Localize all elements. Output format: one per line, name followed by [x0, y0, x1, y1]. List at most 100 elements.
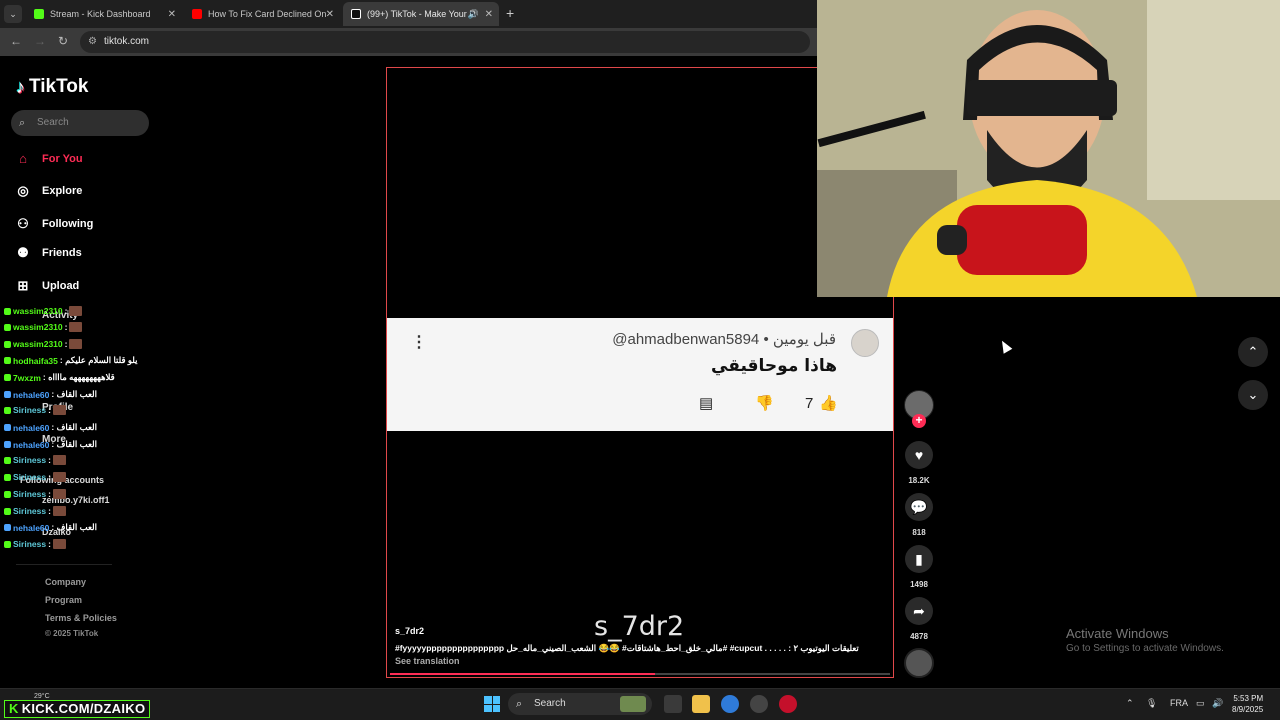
tab-title: How To Fix Card Declined On E — [208, 9, 328, 19]
next-video-button[interactable]: ⌄ — [1238, 380, 1268, 410]
chat-emote-icon — [52, 472, 66, 482]
taskbar-search[interactable]: ⌕ Search — [508, 693, 652, 715]
close-tab-icon[interactable]: ✕ — [168, 9, 176, 20]
comment-button[interactable]: 💬 — [905, 493, 933, 521]
tab-kick-dashboard[interactable]: Stream - Kick Dashboard ✕ — [26, 2, 182, 26]
tab-youtube-video[interactable]: How To Fix Card Declined On E ✕ — [184, 2, 340, 26]
close-tab-icon[interactable]: ✕ — [326, 9, 334, 20]
share-button[interactable]: ➦ — [905, 597, 933, 625]
chat-text: : قلاههههههههه مااااه — [42, 372, 115, 382]
browser-toolbar: ← → ↻ ⚙ tiktok.com — [0, 28, 817, 56]
footer-company[interactable]: Company — [45, 577, 86, 587]
previous-video-button[interactable]: ⌃ — [1238, 337, 1268, 367]
site-info-icon[interactable]: ⚙ — [88, 31, 97, 53]
nav-for-you[interactable]: ⌂ For You — [16, 151, 83, 166]
network-icon[interactable]: ▭ — [1196, 698, 1205, 709]
music-disc-icon[interactable] — [904, 648, 934, 678]
weather-widget[interactable]: 29°C — [34, 693, 50, 700]
chat-username[interactable]: Siriness — [13, 489, 46, 499]
tab-tiktok[interactable]: (99+) TikTok - Make Your Da 🔊 ✕ — [343, 2, 499, 26]
streamer-webcam-image — [817, 0, 1280, 297]
volume-icon[interactable]: 🔊 — [1212, 698, 1223, 709]
file-explorer-icon[interactable] — [692, 695, 710, 713]
chat-badge-icon — [4, 524, 11, 531]
following-icon: ⚇ — [17, 216, 29, 231]
chat-username[interactable]: Siriness — [13, 506, 46, 516]
new-tab-button[interactable]: + — [506, 5, 514, 21]
chat-text: : — [48, 489, 51, 499]
search-icon: ⌕ — [516, 698, 523, 710]
obs-icon[interactable] — [750, 695, 768, 713]
chat-username[interactable]: wassim2310 — [13, 339, 63, 349]
chat-text: : — [48, 405, 51, 415]
video-progress-bar[interactable] — [390, 673, 890, 675]
activate-windows-subtitle: Go to Settings to activate Windows. — [1066, 643, 1224, 654]
chevron-up-icon: ⌃ — [1247, 344, 1259, 359]
chat-badge-icon — [4, 473, 11, 481]
search-placeholder: Search — [37, 117, 69, 128]
comment-menu-icon: ⋮ — [411, 334, 427, 351]
youtube-favicon-icon — [192, 9, 202, 19]
close-tab-icon[interactable]: ✕ — [485, 9, 493, 20]
mouse-cursor-icon — [997, 338, 1013, 354]
chevron-down-icon: ⌄ — [1247, 387, 1259, 402]
chat-username[interactable]: wassim2310 — [13, 322, 63, 332]
chat-emote-icon — [69, 339, 83, 349]
chat-username[interactable]: nehale60 — [13, 523, 49, 533]
chat-badge-icon — [4, 441, 11, 448]
speaker-icon[interactable]: 🔊 — [468, 9, 479, 20]
footer-terms[interactable]: Terms & Policies — [45, 613, 117, 623]
chat-username[interactable]: wassim2310 — [13, 306, 63, 316]
save-button[interactable]: ▮ — [905, 545, 933, 573]
chat-text: : — [64, 306, 68, 316]
activate-windows-title: Activate Windows — [1066, 626, 1169, 641]
chat-emote-icon — [52, 506, 66, 516]
footer-program[interactable]: Program — [45, 595, 82, 605]
thumbs-down-icon: 👎 — [755, 395, 774, 412]
windows-start-icon[interactable] — [484, 696, 500, 712]
nav-label: For You — [42, 152, 83, 165]
chat-username[interactable]: Siriness — [13, 405, 46, 415]
chrome-icon[interactable] — [721, 695, 739, 713]
back-arrow-icon[interactable]: ← — [10, 34, 22, 48]
kick-banner-text: KICK.COM/DZAIKO — [21, 701, 146, 716]
reload-icon[interactable]: ↻ — [58, 34, 68, 48]
taskbar-clock[interactable]: 5:53 PM 8/9/2025 — [1232, 693, 1263, 715]
forward-arrow-icon[interactable]: → — [34, 34, 46, 48]
video-author[interactable]: s_7dr2 — [395, 626, 424, 636]
see-translation-link[interactable]: See translation — [395, 656, 460, 666]
tiktok-note-icon: ♪ — [16, 76, 25, 97]
nav-following[interactable]: ⚇ Following — [16, 216, 93, 232]
video-description: #fyyyyyppppppppppppppp مالي_خلق_احط_هاشت… — [395, 643, 859, 653]
language-indicator[interactable]: FRA — [1170, 698, 1188, 708]
chat-username[interactable]: 7wxzm — [13, 373, 41, 383]
logo-text: TikTok — [29, 76, 89, 97]
task-view-icon[interactable] — [664, 695, 682, 713]
nav-explore[interactable]: ◎ Explore — [16, 183, 82, 199]
tiktok-logo[interactable]: ♪ TikTok — [16, 76, 88, 98]
chat-emote-icon — [52, 539, 66, 549]
compass-icon: ◎ — [17, 183, 29, 198]
chat-username[interactable]: Siriness — [13, 455, 46, 465]
sidebar-divider — [16, 564, 112, 565]
microphone-icon[interactable]: 🎙 — [1146, 698, 1157, 709]
address-bar[interactable]: ⚙ tiktok.com — [80, 31, 810, 53]
nav-friends[interactable]: ⚉ Friends — [16, 245, 82, 261]
follow-plus-icon[interactable]: + — [912, 414, 926, 428]
chat-username[interactable]: Siriness — [13, 539, 46, 549]
chat-text: : العب القاف — [51, 439, 98, 449]
chat-username[interactable]: nehale60 — [13, 423, 49, 433]
media-player-icon[interactable] — [779, 695, 797, 713]
browser-tab-bar: ⌄ Stream - Kick Dashboard ✕ How To Fix C… — [0, 0, 817, 28]
chat-message: wassim2310: — [4, 306, 83, 316]
tray-chevron-up-icon[interactable]: ⌃ — [1126, 698, 1134, 709]
chat-username[interactable]: Siriness — [13, 472, 46, 482]
chat-username[interactable]: nehale60 — [13, 390, 49, 400]
search-input[interactable]: ⌕ Search — [11, 110, 149, 136]
chat-username[interactable]: nehale60 — [13, 440, 49, 450]
like-button[interactable]: ♥ — [905, 441, 933, 469]
tab-search-button[interactable]: ⌄ — [4, 5, 22, 23]
nav-upload[interactable]: ⊞ Upload — [16, 278, 80, 294]
chat-username[interactable]: hodhaifa35 — [13, 356, 58, 366]
clock-time: 5:53 PM — [1233, 694, 1264, 703]
